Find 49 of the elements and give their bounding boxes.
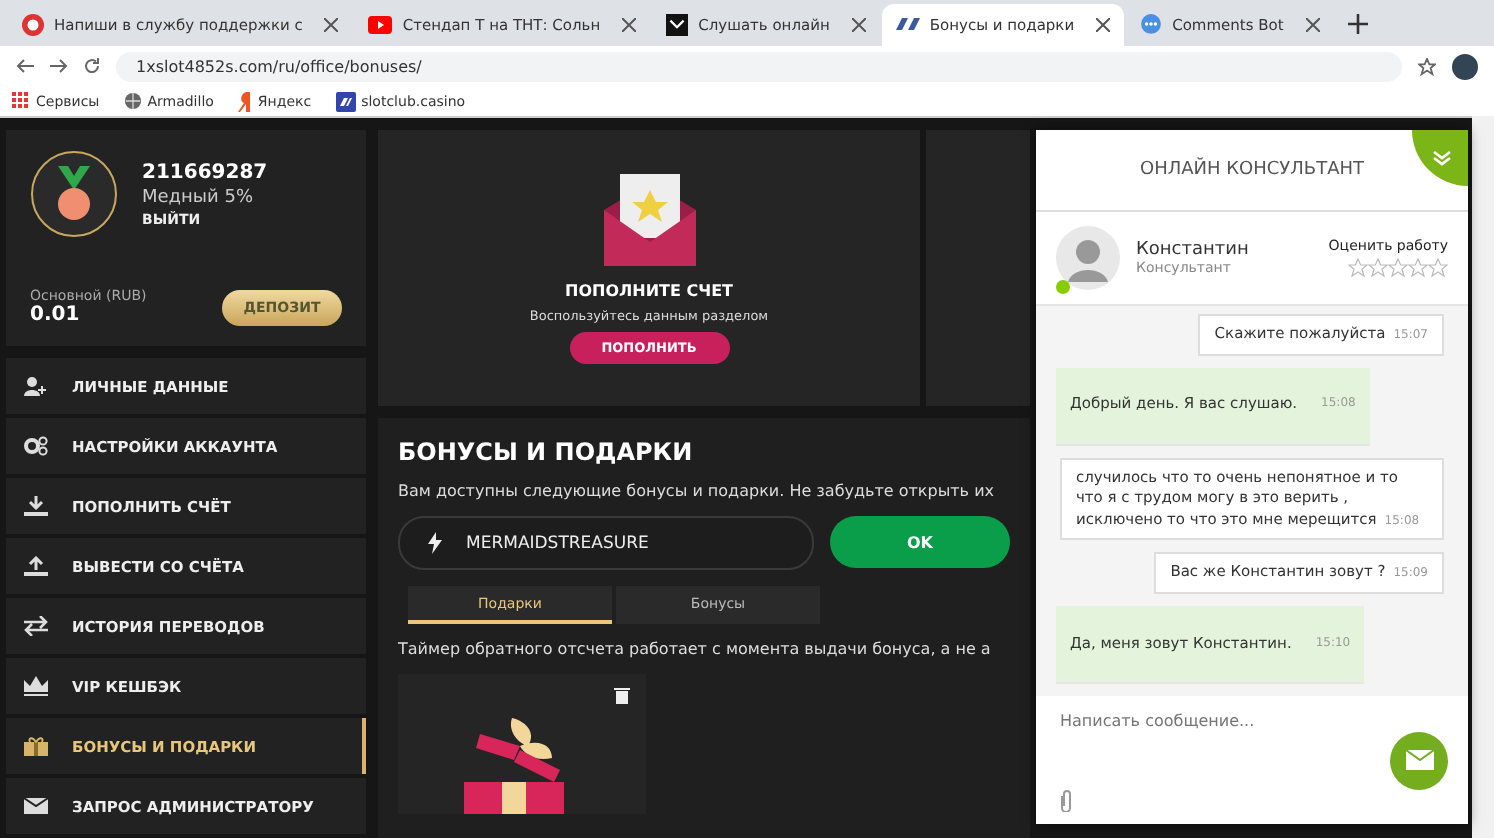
- section-title: БОНУСЫ И ПОДАРКИ: [398, 438, 695, 466]
- close-icon[interactable]: [1305, 18, 1320, 32]
- intro-text: Вам доступны следующие бонусы и подарки. Не забудьте открыть их: [398, 482, 996, 500]
- scrollbar[interactable]: [1472, 116, 1494, 838]
- lightning-icon: [428, 532, 442, 554]
- agent-name: Константин: [1136, 240, 1249, 260]
- send-button[interactable]: [1390, 731, 1448, 789]
- chat-title: ОНЛАЙН КОНСУЛЬТАНТ: [1139, 160, 1364, 180]
- new-tab-icon[interactable]: [1347, 13, 1368, 33]
- globe-icon: [123, 92, 142, 110]
- close-icon[interactable]: [622, 18, 637, 32]
- message-input[interactable]: Написать сообщение...: [1056, 708, 1378, 748]
- promo-code-field[interactable]: MERMAIDSTREASURE: [398, 516, 814, 570]
- forward-icon[interactable]: [50, 58, 68, 74]
- gift-icon: [24, 736, 48, 756]
- close-icon[interactable]: [851, 18, 866, 32]
- gears-icon: [24, 436, 48, 456]
- trash-icon[interactable]: [614, 686, 630, 704]
- play-icon: [368, 16, 393, 34]
- back-icon[interactable]: [16, 58, 34, 74]
- crown-icon: [24, 676, 48, 696]
- account-id: 211669287: [142, 161, 268, 183]
- bookmark-star-icon[interactable]: [1418, 57, 1436, 75]
- upload-icon: [24, 556, 48, 576]
- star-rating[interactable]: [1348, 258, 1448, 278]
- status-level: Медный 5%: [142, 187, 256, 207]
- logo-icon: [895, 16, 920, 34]
- download-icon: [24, 496, 48, 516]
- paperclip-icon[interactable]: [1060, 790, 1072, 812]
- close-icon[interactable]: [324, 18, 339, 32]
- ok-button[interactable]: OK: [830, 516, 1010, 568]
- badge-icon: [22, 14, 44, 36]
- timer-note: Таймер обратного отсчета работает с момента выдачи бонуса, а не а: [398, 640, 993, 658]
- agent-avatar: [1056, 226, 1120, 290]
- medal-icon: [30, 150, 118, 238]
- user-icon: [24, 376, 48, 396]
- card-title: ПОПОЛНИТЕ СЧЕТ: [565, 281, 733, 299]
- avatar-icon[interactable]: [1452, 53, 1478, 79]
- letter-logo-icon: [237, 91, 252, 111]
- close-icon[interactable]: [1096, 18, 1111, 32]
- transfer-arrows-icon: [24, 616, 48, 636]
- reload-icon[interactable]: [84, 58, 100, 74]
- address-bar[interactable]: 1xslot4852s.com/ru/office/bonuses/: [116, 51, 1402, 81]
- chat-bubble-icon: [1140, 14, 1163, 36]
- balance-value: 0.01: [30, 304, 82, 326]
- apps-grid-icon: [12, 92, 30, 110]
- logo-icon: [335, 91, 356, 111]
- envelope-star-icon: [603, 173, 695, 265]
- chevrons-down-icon: [1428, 147, 1452, 167]
